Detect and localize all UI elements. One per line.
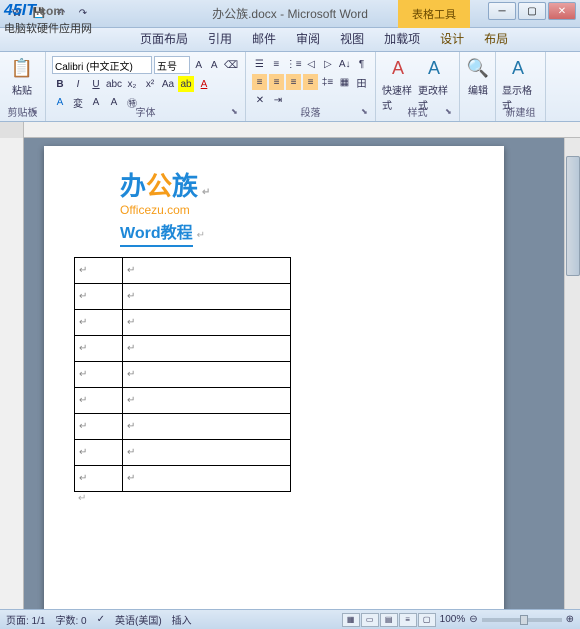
bullets-button[interactable]: ☰	[252, 56, 267, 72]
ruler-corner	[0, 122, 24, 138]
paste-icon: 📋	[10, 56, 34, 80]
table-row[interactable]: ↵↵	[75, 258, 291, 284]
shading-button[interactable]: ▦	[337, 74, 352, 90]
shrink-font-icon[interactable]: A	[208, 57, 222, 73]
paragraph-mark: ↵	[78, 493, 86, 504]
change-case-button[interactable]: Aa	[160, 76, 176, 92]
change-styles-icon: A	[422, 56, 446, 80]
justify-button[interactable]: ≡	[303, 74, 318, 90]
show-marks-button[interactable]: ¶	[354, 56, 369, 72]
paragraph-expand-icon[interactable]: ⬊	[361, 107, 373, 119]
insert-mode[interactable]: 插入	[172, 612, 192, 627]
statusbar: 页面: 1/1 字数: 0 ✓ 英语(美国) 插入 ▦ ▭ ▤ ≡ ▢ 100%…	[0, 609, 580, 629]
table-row[interactable]: ↵↵	[75, 466, 291, 492]
show-format-icon: A	[506, 56, 530, 80]
window-title: 办公族.docx - Microsoft Word	[212, 5, 368, 22]
close-button[interactable]: ✕	[548, 2, 576, 20]
page-indicator[interactable]: 页面: 1/1	[6, 612, 45, 627]
fullscreen-view-button[interactable]: ▭	[361, 613, 379, 627]
font-family-select[interactable]	[52, 56, 152, 74]
outline-view-button[interactable]: ≡	[399, 613, 417, 627]
document-page[interactable]: 办公族↵ Officezu.com Word教程↵ ↵↵↵↵↵↵↵↵↵↵↵↵↵↵…	[44, 146, 504, 609]
web-view-button[interactable]: ▤	[380, 613, 398, 627]
document-area: 办公族↵ Officezu.com Word教程↵ ↵↵↵↵↵↵↵↵↵↵↵↵↵↵…	[0, 138, 580, 609]
draft-view-button[interactable]: ▢	[418, 613, 436, 627]
newgroup-label: 新建组	[496, 104, 545, 119]
grow-font-icon[interactable]: A	[192, 57, 206, 73]
table-row[interactable]: ↵↵	[75, 414, 291, 440]
maximize-button[interactable]: ▢	[518, 2, 546, 20]
watermark: 45IT.com 电脑软硬件应用网	[4, 2, 92, 36]
tab-design[interactable]: 设计	[430, 26, 474, 51]
align-left-button[interactable]: ≡	[252, 74, 267, 90]
paste-button[interactable]: 📋 粘贴	[4, 54, 40, 99]
strike-button[interactable]: abc	[106, 76, 122, 92]
font-group-label: 字体	[46, 104, 245, 119]
font-expand-icon[interactable]: ⬊	[231, 107, 243, 119]
tab-view[interactable]: 视图	[330, 26, 374, 51]
tab-table-layout[interactable]: 布局	[474, 26, 518, 51]
ribbon: 📋 粘贴 剪贴板 ⬊ A A ⌫ B I U abc x₂ x² Aa	[0, 52, 580, 122]
align-right-button[interactable]: ≡	[286, 74, 301, 90]
table-row[interactable]: ↵↵	[75, 440, 291, 466]
tab-mailings[interactable]: 邮件	[242, 26, 286, 51]
borders-button[interactable]: 田	[354, 74, 369, 90]
italic-button[interactable]: I	[70, 76, 86, 92]
document-logo: 办公族↵ Officezu.com Word教程↵	[120, 166, 474, 247]
table-row[interactable]: ↵↵	[75, 284, 291, 310]
table-tools-tab: 表格工具	[398, 0, 470, 28]
clear-format-icon[interactable]: ⌫	[223, 57, 239, 73]
zoom-slider[interactable]	[482, 618, 562, 622]
print-layout-view-button[interactable]: ▦	[342, 613, 360, 627]
quick-styles-icon: A	[386, 56, 410, 80]
spell-check-icon[interactable]: ✓	[97, 614, 105, 625]
zoom-level[interactable]: 100%	[440, 614, 466, 625]
tab-review[interactable]: 审阅	[286, 26, 330, 51]
highlight-button[interactable]: ab	[178, 76, 194, 92]
find-icon: 🔍	[466, 56, 490, 80]
editing-button[interactable]: 🔍 编辑	[464, 54, 492, 99]
word-count[interactable]: 字数: 0	[55, 612, 86, 627]
indent-right-button[interactable]: ▷	[320, 56, 335, 72]
indent-left-button[interactable]: ◁	[304, 56, 319, 72]
styles-expand-icon[interactable]: ⬊	[445, 107, 457, 119]
horizontal-ruler[interactable]	[0, 122, 580, 138]
table-row[interactable]: ↵↵	[75, 336, 291, 362]
bold-button[interactable]: B	[52, 76, 68, 92]
language-indicator[interactable]: 英语(美国)	[115, 612, 162, 627]
tab-addins[interactable]: 加载项	[374, 26, 430, 51]
minimize-button[interactable]: ─	[488, 2, 516, 20]
paragraph-group-label: 段落	[246, 104, 375, 119]
multilevel-button[interactable]: ⋮≡	[286, 56, 302, 72]
font-color-button[interactable]: A	[196, 76, 212, 92]
line-spacing-button[interactable]: ‡≡	[320, 74, 335, 90]
subscript-button[interactable]: x₂	[124, 76, 140, 92]
zoom-in-button[interactable]: ⊕	[566, 614, 574, 625]
numbering-button[interactable]: ≡	[269, 56, 284, 72]
vertical-scrollbar[interactable]	[564, 138, 580, 609]
sort-button[interactable]: A↓	[337, 56, 352, 72]
document-table[interactable]: ↵↵↵↵↵↵↵↵↵↵↵↵↵↵↵↵↵↵	[74, 257, 291, 492]
scrollbar-thumb[interactable]	[566, 156, 580, 276]
table-row[interactable]: ↵↵	[75, 310, 291, 336]
view-buttons: ▦ ▭ ▤ ≡ ▢	[342, 613, 436, 627]
zoom-out-button[interactable]: ⊖	[469, 614, 477, 625]
vertical-ruler[interactable]	[0, 138, 24, 609]
underline-button[interactable]: U	[88, 76, 104, 92]
align-center-button[interactable]: ≡	[269, 74, 284, 90]
table-row[interactable]: ↵↵	[75, 388, 291, 414]
font-size-select[interactable]	[154, 56, 190, 74]
tab-page-layout[interactable]: 页面布局	[130, 26, 198, 51]
clipboard-expand-icon[interactable]: ⬊	[31, 107, 43, 119]
table-row[interactable]: ↵↵	[75, 362, 291, 388]
tab-references[interactable]: 引用	[198, 26, 242, 51]
document-viewport[interactable]: 办公族↵ Officezu.com Word教程↵ ↵↵↵↵↵↵↵↵↵↵↵↵↵↵…	[24, 138, 580, 609]
superscript-button[interactable]: x²	[142, 76, 158, 92]
